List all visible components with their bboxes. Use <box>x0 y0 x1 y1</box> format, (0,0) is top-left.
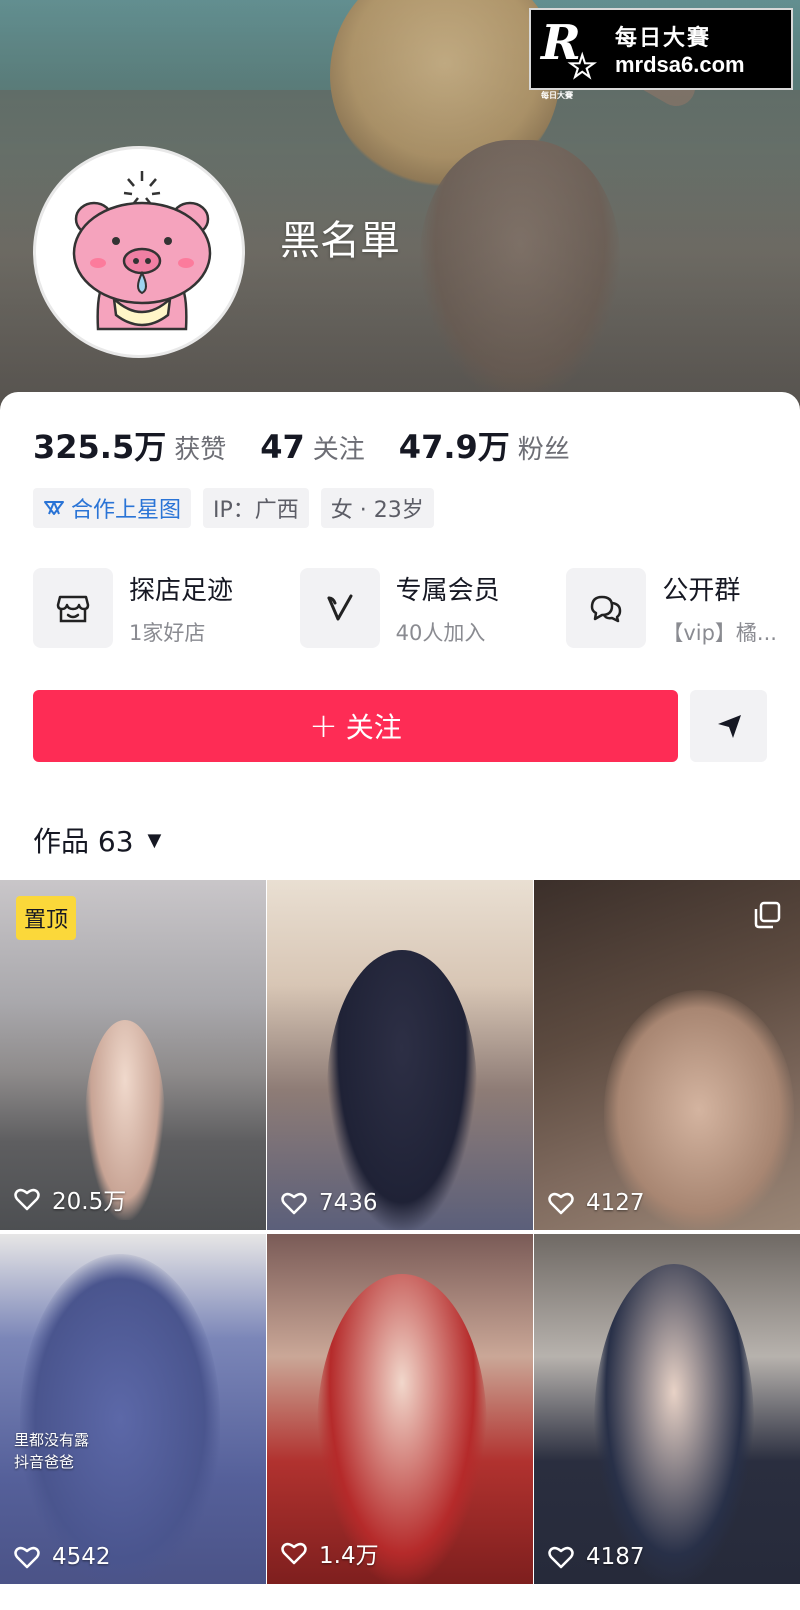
heart-icon <box>281 1542 307 1565</box>
follow-button[interactable]: + 关注 <box>33 690 678 762</box>
service-shop-visits[interactable]: 探店足迹 1家好店 <box>33 568 300 648</box>
stat-likes-value: 325.5万 <box>33 428 167 466</box>
watermark-text: 每日大賽 mrdsa6.com <box>615 20 745 78</box>
like-count-value: 7436 <box>319 1190 378 1216</box>
video-thumbnail[interactable]: 1.4万 <box>267 1234 533 1584</box>
thumbnail-figure <box>594 1264 754 1584</box>
service-public-group[interactable]: 公开群 【vip】橘... <box>566 568 800 648</box>
video-thumbnail[interactable]: 4187 <box>534 1234 800 1584</box>
like-count-value: 4127 <box>586 1190 645 1216</box>
watermark-r-logo: R ☆ 每日大賽 <box>541 18 603 100</box>
tag-ip-label: IP：广西 <box>213 498 299 523</box>
service-shop-subtitle: 1家好店 <box>129 620 206 645</box>
profile-tags: 合作上星图 IP：广西 女 · 23岁 <box>33 488 446 528</box>
plus-icon: + <box>309 706 338 746</box>
shop-icon <box>33 568 113 648</box>
like-count-value: 4542 <box>52 1544 111 1570</box>
like-count: 1.4万 <box>281 1536 379 1570</box>
tab-works[interactable]: 作品 63 ▼ <box>33 820 161 860</box>
watermark-cn: 每日大賽 <box>615 26 712 51</box>
stat-following-label: 关注 <box>312 435 365 465</box>
thumbnail-figure <box>327 950 477 1230</box>
like-count-value: 20.5万 <box>52 1189 127 1215</box>
stat-likes-label: 获赞 <box>174 435 227 465</box>
watermark-url: mrdsa6.com <box>615 52 745 77</box>
watermark-mini-text: 每日大賽 <box>541 90 573 100</box>
service-membership[interactable]: 专属会员 40人加入 <box>299 568 567 648</box>
caret-down-icon: ▼ <box>147 829 162 851</box>
like-count: 4127 <box>548 1190 645 1216</box>
pig-avatar-icon <box>72 171 212 331</box>
profile-nickname: 黑名單 <box>280 218 400 264</box>
profile-card: 325.5万 获赞 47 关注 47.9万 粉丝 合作上星图 IP：广西 女 ·… <box>0 392 800 1610</box>
tag-gender-age-label: 女 · 23岁 <box>330 498 424 523</box>
heart-icon <box>548 1546 574 1569</box>
like-count: 7436 <box>281 1190 378 1216</box>
tag-star-map-label: 合作上星图 <box>71 498 182 523</box>
like-count-value: 4187 <box>586 1544 645 1570</box>
heart-icon <box>14 1188 40 1211</box>
pinned-badge: 置顶 <box>16 896 77 940</box>
vip-icon <box>299 568 380 648</box>
tag-ip: IP：广西 <box>203 488 309 528</box>
send-icon <box>717 715 741 738</box>
heart-icon <box>281 1192 307 1215</box>
video-thumbnail[interactable]: 7436 <box>267 880 533 1230</box>
works-grid: 置顶 20.5万 7436 4127 里都没有露 抖音爸爸 4542 1.4万 … <box>0 880 800 1584</box>
service-shop-title: 探店足迹 <box>129 575 234 606</box>
stat-followers-value: 47.9万 <box>398 428 510 466</box>
video-thumbnail[interactable]: 里都没有露 抖音爸爸 4542 <box>0 1234 266 1584</box>
like-count-value: 1.4万 <box>319 1543 379 1569</box>
thumbnail-figure <box>20 1254 220 1584</box>
message-button[interactable] <box>690 690 767 762</box>
service-group-title: 公开群 <box>662 575 741 606</box>
service-membership-title: 专属会员 <box>395 575 500 606</box>
heart-icon <box>14 1546 40 1569</box>
tag-gender-age: 女 · 23岁 <box>320 488 434 528</box>
heart-icon <box>548 1192 574 1215</box>
stat-likes[interactable]: 325.5万 获赞 <box>33 422 226 468</box>
profile-stats: 325.5万 获赞 47 关注 47.9万 粉丝 <box>33 422 604 468</box>
star-map-icon <box>44 501 64 515</box>
tag-star-map[interactable]: 合作上星图 <box>33 488 192 528</box>
service-group-subtitle: 【vip】橘... <box>662 620 777 645</box>
stat-followers[interactable]: 47.9万 粉丝 <box>399 422 570 468</box>
thumbnail-caption: 里都没有露 抖音爸爸 <box>14 1431 90 1471</box>
follow-button-label: 关注 <box>345 711 402 744</box>
like-count: 20.5万 <box>14 1182 126 1216</box>
stat-following[interactable]: 47 关注 <box>260 428 365 466</box>
video-thumbnail[interactable]: 4127 <box>534 880 800 1230</box>
profile-services: 探店足迹 1家好店 专属会员 40人加入 公开群 【vip】橘... <box>33 568 800 648</box>
like-count: 4542 <box>14 1544 111 1570</box>
watermark-logo: R ☆ 每日大賽 每日大賽 mrdsa6.com <box>529 8 793 100</box>
avatar[interactable] <box>33 146 245 358</box>
chat-group-icon <box>566 568 647 648</box>
stat-following-value: 47 <box>260 428 305 466</box>
service-membership-subtitle: 40人加入 <box>395 620 486 645</box>
video-thumbnail[interactable]: 置顶 20.5万 <box>0 880 266 1230</box>
tab-works-label: 作品 63 <box>33 825 134 858</box>
stat-followers-label: 粉丝 <box>517 435 570 465</box>
multi-image-icon <box>754 901 781 929</box>
like-count: 4187 <box>548 1544 645 1570</box>
